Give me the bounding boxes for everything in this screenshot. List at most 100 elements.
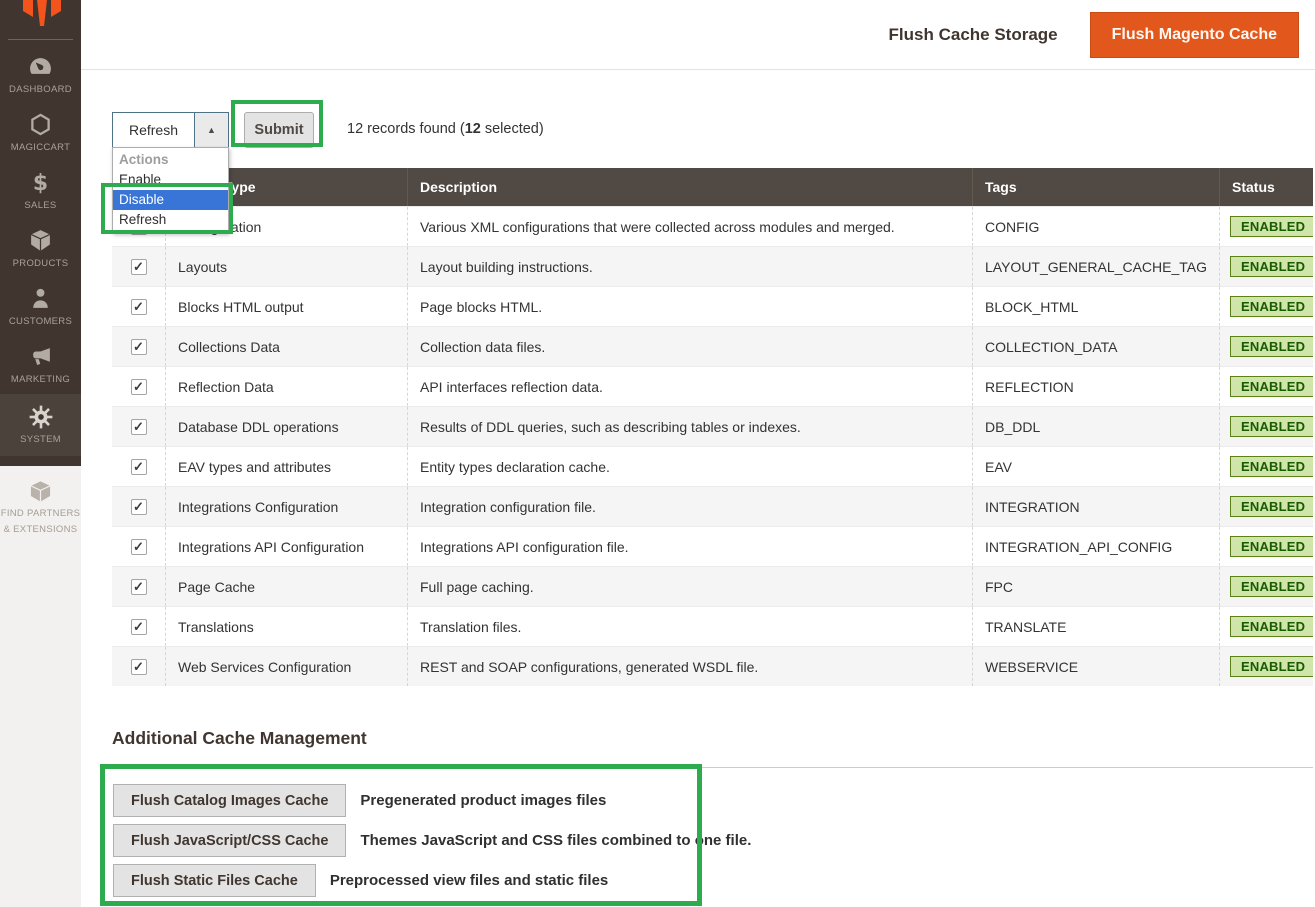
- status-badge: ENABLED: [1230, 536, 1313, 557]
- cache-type-cell: Layouts: [165, 247, 407, 286]
- description-cell: Layout building instructions.: [407, 247, 972, 286]
- tags-cell: INTEGRATION_API_CONFIG: [972, 527, 1219, 566]
- table-row: ✓ Layouts Layout building instructions. …: [112, 246, 1313, 286]
- row-checkbox[interactable]: ✓: [131, 499, 147, 515]
- magento-logo-icon: [18, 0, 64, 30]
- table-row: ✓ Database DDL operations Results of DDL…: [112, 406, 1313, 446]
- customers-icon: [28, 286, 53, 312]
- table-row: ✓ Translations Translation files. TRANSL…: [112, 606, 1313, 646]
- submit-button[interactable]: Submit: [244, 112, 314, 148]
- table-row: ✓ Blocks HTML output Page blocks HTML. B…: [112, 286, 1313, 326]
- sidebar-item-products[interactable]: PRODUCTS: [0, 220, 81, 278]
- status-badge: ENABLED: [1230, 656, 1313, 677]
- products-icon: [28, 228, 53, 254]
- actions-select-value: Refresh: [113, 113, 194, 147]
- cache-type-cell: Blocks HTML output: [165, 287, 407, 326]
- status-badge: ENABLED: [1230, 336, 1313, 357]
- table-row: ✓ Integrations API Configuration Integra…: [112, 526, 1313, 566]
- records-count-text: 12 records found (12 selected): [347, 121, 544, 137]
- row-checkbox[interactable]: ✓: [131, 379, 147, 395]
- dropdown-options: EnableDisableRefresh: [113, 170, 228, 230]
- row-checkbox[interactable]: ✓: [131, 259, 147, 275]
- cache-type-cell: Integrations API Configuration: [165, 527, 407, 566]
- table-body: ✓ Configuration Various XML configuratio…: [112, 206, 1313, 686]
- table-row: ✓ EAV types and attributes Entity types …: [112, 446, 1313, 486]
- column-header-tags: Tags: [972, 168, 1219, 206]
- row-checkbox[interactable]: ✓: [131, 459, 147, 475]
- cache-type-cell: Reflection Data: [165, 367, 407, 406]
- additional-cache-buttons: Flush Catalog Images Cache Pregenerated …: [113, 784, 751, 897]
- svg-text:$: $: [33, 171, 48, 195]
- tags-cell: BLOCK_HTML: [972, 287, 1219, 326]
- sidebar-item-sales[interactable]: $ SALES: [0, 162, 81, 220]
- row-checkbox[interactable]: ✓: [131, 659, 147, 675]
- status-badge: ENABLED: [1230, 416, 1313, 437]
- tags-cell: LAYOUT_GENERAL_CACHE_TAG: [972, 247, 1219, 286]
- additional-cache-row: Flush Catalog Images Cache Pregenerated …: [113, 784, 751, 817]
- tags-cell: FPC: [972, 567, 1219, 606]
- tags-cell: REFLECTION: [972, 367, 1219, 406]
- description-cell: API interfaces reflection data.: [407, 367, 972, 406]
- tags-cell: CONFIG: [972, 207, 1219, 246]
- cache-type-cell: Page Cache: [165, 567, 407, 606]
- description-cell: Page blocks HTML.: [407, 287, 972, 326]
- description-cell: Integrations API configuration file.: [407, 527, 972, 566]
- dropdown-option-disable[interactable]: Disable: [113, 190, 228, 210]
- section-divider: [112, 767, 1313, 768]
- cache-type-cell: EAV types and attributes: [165, 447, 407, 486]
- dropdown-option-refresh[interactable]: Refresh: [113, 210, 228, 230]
- description-cell: Integration configuration file.: [407, 487, 972, 526]
- table-header-row: ✓ Cache Type Description Tags Status: [112, 168, 1313, 206]
- table-row: ✓ Web Services Configuration REST and SO…: [112, 646, 1313, 686]
- sidebar-item-marketing[interactable]: MARKETING: [0, 336, 81, 394]
- flush-button-0[interactable]: Flush Catalog Images Cache: [113, 784, 346, 817]
- status-badge: ENABLED: [1230, 256, 1313, 277]
- column-header-description: Description: [407, 168, 972, 206]
- flush-button-1[interactable]: Flush JavaScript/CSS Cache: [113, 824, 346, 857]
- additional-cache-row: Flush JavaScript/CSS Cache Themes JavaSc…: [113, 824, 751, 857]
- description-cell: Various XML configurations that were col…: [407, 207, 972, 246]
- sidebar-item-magiccart[interactable]: MAGICCART: [0, 104, 81, 162]
- marketing-icon: [28, 344, 53, 370]
- actions-select[interactable]: Refresh ▲: [112, 112, 229, 148]
- flush-magento-cache-button[interactable]: Flush Magento Cache: [1090, 12, 1299, 58]
- status-badge: ENABLED: [1230, 296, 1313, 317]
- cache-table: ✓ Cache Type Description Tags Status ✓ C…: [112, 168, 1313, 686]
- find-partners-label-line1: FIND PARTNERS: [0, 508, 81, 520]
- table-row: ✓ Page Cache Full page caching. FPC ENAB…: [112, 566, 1313, 606]
- dropdown-option-enable[interactable]: Enable: [113, 170, 228, 190]
- tags-cell: COLLECTION_DATA: [972, 327, 1219, 366]
- flush-button-2[interactable]: Flush Static Files Cache: [113, 864, 316, 897]
- sidebar: DASHBOARD MAGICCART $ SALES PRODUCTS CUS…: [0, 0, 81, 907]
- table-row: ✓ Configuration Various XML configuratio…: [112, 206, 1313, 246]
- flush-button-description-0: Pregenerated product images files: [360, 792, 606, 809]
- row-checkbox[interactable]: ✓: [131, 299, 147, 315]
- row-checkbox[interactable]: ✓: [131, 539, 147, 555]
- status-badge: ENABLED: [1230, 456, 1313, 477]
- description-cell: REST and SOAP configurations, generated …: [407, 647, 972, 686]
- page-header: Flush Cache Storage Flush Magento Cache: [81, 0, 1315, 70]
- sidebar-item-customers[interactable]: CUSTOMERS: [0, 278, 81, 336]
- sidebar-item-dashboard[interactable]: DASHBOARD: [0, 46, 81, 104]
- additional-cache-title: Additional Cache Management: [112, 728, 367, 749]
- cache-type-cell: Integrations Configuration: [165, 487, 407, 526]
- magento-logo[interactable]: [8, 0, 73, 40]
- cache-type-cell: Web Services Configuration: [165, 647, 407, 686]
- sidebar-item-system[interactable]: SYSTEM: [0, 394, 81, 456]
- row-checkbox[interactable]: ✓: [131, 619, 147, 635]
- sidebar-nav: DASHBOARD MAGICCART $ SALES PRODUCTS CUS…: [0, 40, 81, 456]
- description-cell: Translation files.: [407, 607, 972, 646]
- row-checkbox[interactable]: ✓: [131, 419, 147, 435]
- system-icon: [28, 404, 54, 430]
- dropdown-group-actions: Actions: [113, 150, 228, 170]
- row-checkbox[interactable]: ✓: [131, 579, 147, 595]
- find-partners-label-line2: & EXTENSIONS: [0, 524, 81, 536]
- flush-cache-storage-button[interactable]: Flush Cache Storage: [889, 25, 1058, 45]
- row-checkbox[interactable]: ✓: [131, 339, 147, 355]
- tags-cell: DB_DDL: [972, 407, 1219, 446]
- tags-cell: INTEGRATION: [972, 487, 1219, 526]
- sidebar-dark-panel: DASHBOARD MAGICCART $ SALES PRODUCTS CUS…: [0, 0, 81, 466]
- sidebar-item-find-partners[interactable]: FIND PARTNERS & EXTENSIONS: [0, 466, 81, 537]
- table-row: ✓ Collections Data Collection data files…: [112, 326, 1313, 366]
- description-cell: Collection data files.: [407, 327, 972, 366]
